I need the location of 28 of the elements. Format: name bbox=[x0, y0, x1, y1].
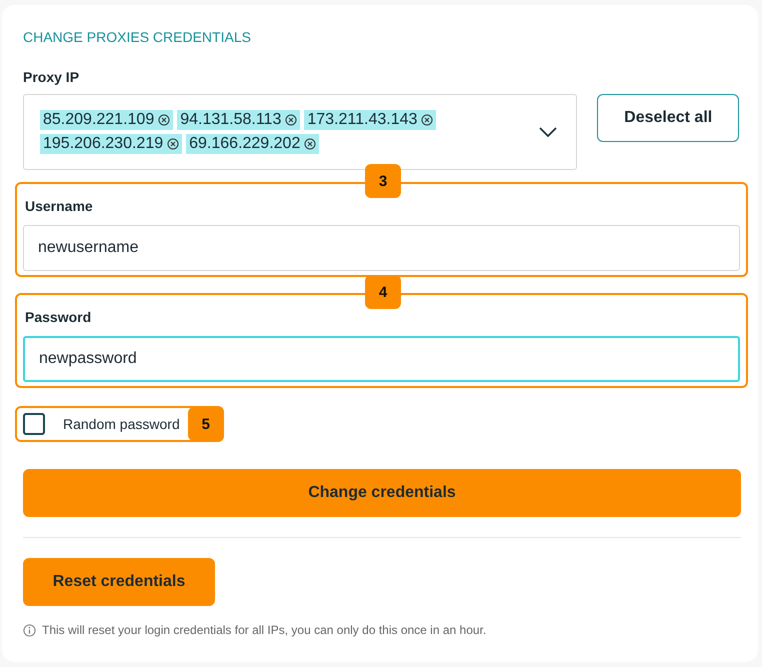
checkbox[interactable] bbox=[23, 413, 45, 435]
ip-chip[interactable]: 94.131.58.113 bbox=[177, 110, 300, 130]
password-field[interactable]: newpassword bbox=[23, 336, 740, 382]
info-icon bbox=[23, 624, 36, 636]
remove-icon[interactable] bbox=[158, 114, 170, 126]
remove-icon[interactable] bbox=[421, 114, 434, 126]
step-badge: 3 bbox=[365, 164, 401, 198]
ip-chip[interactable]: 173.211.43.143 bbox=[304, 110, 436, 130]
proxy-select-field[interactable]: 85.209.221.109 94.131.58.113 173.211.43.143 195.206.230.219 69.166.229.202 bbox=[23, 94, 578, 170]
checkbox-label[interactable]: Random password bbox=[63, 416, 180, 432]
field-label: Username bbox=[25, 198, 94, 214]
change-credentials-button[interactable]: Change credentials bbox=[23, 469, 741, 517]
reset-credentials-button[interactable]: Reset credentials bbox=[23, 558, 215, 606]
deselect-all-button[interactable]: Deselect all bbox=[597, 94, 739, 142]
chevron-down-icon[interactable] bbox=[538, 126, 558, 138]
field-label: Password bbox=[25, 309, 92, 325]
ip-chip[interactable]: 69.166.229.202 bbox=[186, 134, 320, 154]
field-label: Proxy IP bbox=[23, 69, 80, 85]
remove-icon[interactable] bbox=[285, 114, 298, 126]
ip-chip[interactable]: 195.206.230.219 bbox=[40, 134, 182, 154]
section-title: CHANGE PROXIES CREDENTIALS bbox=[23, 29, 252, 45]
step-badge: 5 bbox=[188, 407, 224, 441]
username-field[interactable]: newusername bbox=[23, 225, 740, 271]
step-badge: 4 bbox=[365, 275, 401, 309]
remove-icon[interactable] bbox=[167, 138, 180, 150]
info-text: This will reset your login credentials for all IPs, you can only do this once in an hour. bbox=[42, 623, 486, 637]
remove-icon[interactable] bbox=[304, 138, 316, 150]
ip-chip[interactable]: 85.209.221.109 bbox=[40, 110, 174, 130]
